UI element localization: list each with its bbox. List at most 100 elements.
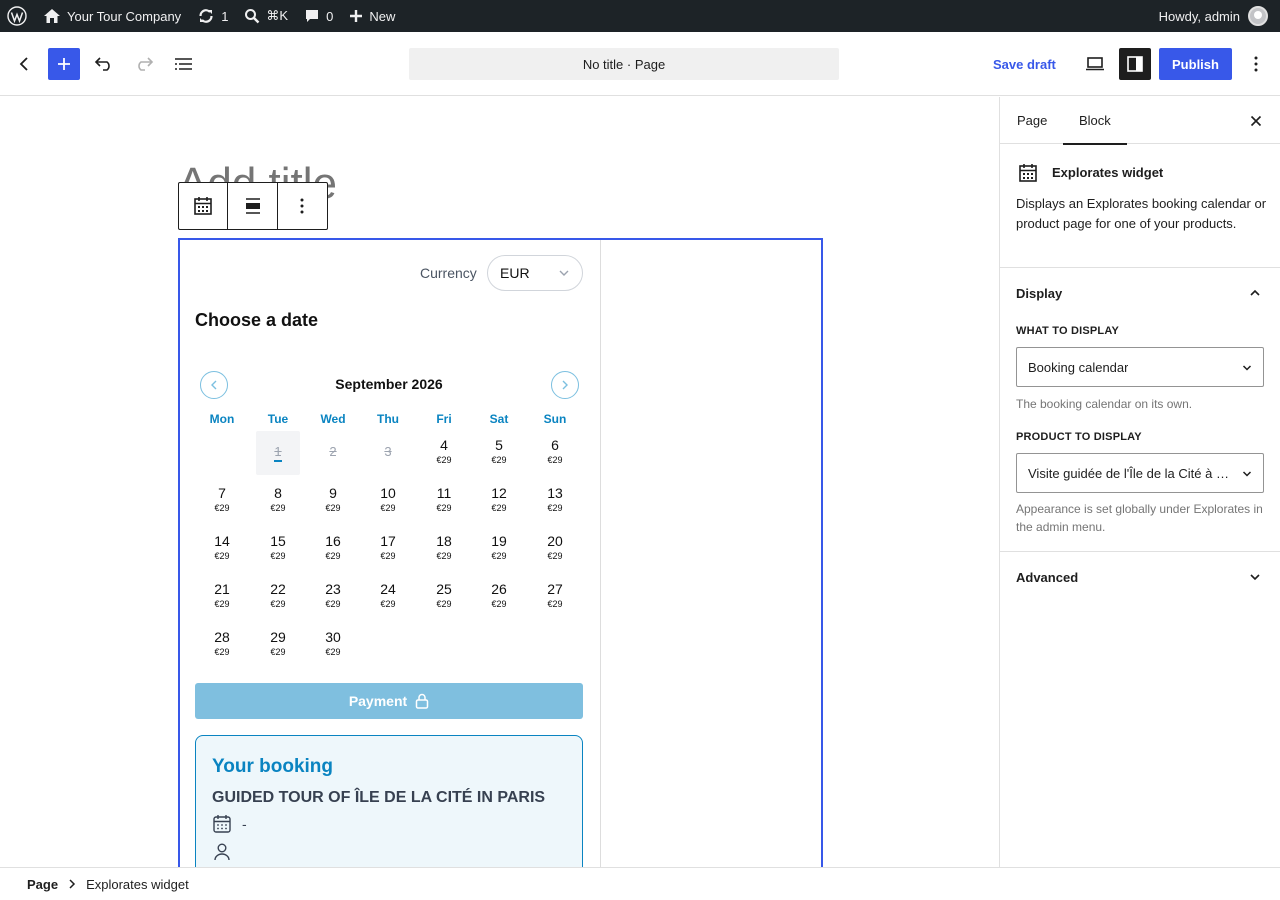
calendar-day[interactable]: 17 €29 <box>366 527 410 571</box>
product-to-display-help: Appearance is set globally under Explora… <box>1016 502 1263 534</box>
calendar-day[interactable]: 8 €29 <box>256 479 300 523</box>
calendar-day[interactable]: 20 €29 <box>533 527 577 571</box>
day-price: €29 <box>325 551 341 561</box>
payment-button[interactable]: Payment <box>195 683 583 719</box>
calendar-day[interactable]: 22 €29 <box>256 575 300 619</box>
tab-page[interactable]: Page <box>1017 97 1047 144</box>
command-palette-link[interactable]: ⌘K <box>236 0 296 32</box>
day-number: 6 <box>551 437 559 453</box>
currency-label: Currency <box>420 265 477 281</box>
breadcrumb-item[interactable]: Explorates widget <box>86 877 189 892</box>
block-inserter-button[interactable] <box>48 48 80 80</box>
plus-icon <box>350 10 363 22</box>
greeting: Howdy, admin <box>1158 8 1240 24</box>
calendar-day[interactable]: 25 €29 <box>422 575 466 619</box>
block-type-button[interactable] <box>179 183 229 229</box>
redo-button[interactable] <box>128 48 160 80</box>
what-to-display-select[interactable]: Booking calendar <box>1016 347 1264 387</box>
document-overview-button[interactable] <box>168 48 200 80</box>
user-icon <box>214 843 230 861</box>
admin-bar: Your Tour Company 1 ⌘K 0 New Howdy, admi… <box>0 0 1280 32</box>
save-draft-button[interactable]: Save draft <box>984 48 1065 80</box>
calendar-day[interactable]: 30 €29 <box>311 623 355 667</box>
calendar-day[interactable]: 5 €29 <box>477 431 521 475</box>
weekday-header: Mon <box>209 412 235 426</box>
booking-widget: Currency EUR Choose a date September 202… <box>180 240 601 867</box>
day-price: €29 <box>547 455 563 465</box>
calendar-icon <box>194 197 212 215</box>
calendar-day[interactable]: 12 €29 <box>477 479 521 523</box>
calendar-day[interactable]: 26 €29 <box>477 575 521 619</box>
calendar-day[interactable]: 10 €29 <box>366 479 410 523</box>
calendar-day[interactable]: 11 €29 <box>422 479 466 523</box>
calendar-day[interactable]: 27 €29 <box>533 575 577 619</box>
account-menu[interactable]: Howdy, admin <box>1159 6 1280 26</box>
product-to-display-select[interactable]: Visite guidée de l'Île de la Cité à Pari… <box>1016 453 1264 493</box>
day-number: 9 <box>329 485 337 501</box>
block-toolbar <box>178 182 328 230</box>
back-button[interactable] <box>10 48 38 80</box>
day-number: 2 <box>329 444 337 459</box>
options-button[interactable] <box>1242 48 1270 80</box>
day-price: €29 <box>270 503 286 513</box>
site-name-link[interactable]: Your Tour Company <box>35 0 189 32</box>
day-number: 22 <box>270 581 286 597</box>
what-to-display-value: Booking calendar <box>1028 359 1129 375</box>
day-number: 19 <box>491 533 507 549</box>
undo-button[interactable] <box>88 48 120 80</box>
comments-link[interactable]: 0 <box>296 0 341 32</box>
calendar-day[interactable]: 21 €29 <box>200 575 244 619</box>
calendar-day[interactable]: 24 €29 <box>366 575 410 619</box>
editor-canvas: Add title Currency EUR Choose a date Sep… <box>0 97 999 867</box>
booking-date-row: - <box>212 814 247 834</box>
day-price: €29 <box>380 551 396 561</box>
sidebar-icon <box>1127 56 1143 72</box>
calendar-day: 3 <box>366 431 410 475</box>
calendar-day[interactable]: 16 €29 <box>311 527 355 571</box>
document-title-bar[interactable]: No title · Page <box>409 48 839 80</box>
preview-button[interactable] <box>1079 48 1111 80</box>
calendar-day[interactable]: 18 €29 <box>422 527 466 571</box>
product-to-display-label: Product to display <box>1016 431 1142 443</box>
calendar-day[interactable]: 13 €29 <box>533 479 577 523</box>
day-number: 14 <box>214 533 230 549</box>
advanced-panel-toggle[interactable]: Advanced <box>1000 552 1280 602</box>
calendar-day[interactable]: 4 €29 <box>422 431 466 475</box>
wordpress-logo-icon[interactable] <box>0 0 35 32</box>
list-view-icon <box>175 58 192 70</box>
calendar-day[interactable]: 29 €29 <box>256 623 300 667</box>
day-number: 25 <box>436 581 452 597</box>
day-number: 13 <box>547 485 563 501</box>
currency-select[interactable]: EUR <box>487 255 583 291</box>
settings-sidebar-toggle[interactable] <box>1119 48 1151 80</box>
weekday-header: Sat <box>489 412 509 426</box>
align-icon <box>245 198 260 214</box>
day-number: 15 <box>270 533 286 549</box>
calendar-day[interactable]: 23 €29 <box>311 575 355 619</box>
updates-link[interactable]: 1 <box>189 0 236 32</box>
tab-block-label: Block <box>1079 113 1111 128</box>
calendar-day[interactable]: 14 €29 <box>200 527 244 571</box>
day-number: 27 <box>547 581 563 597</box>
calendar-day[interactable]: 19 €29 <box>477 527 521 571</box>
day-number: 26 <box>491 581 507 597</box>
calendar-day[interactable]: 15 €29 <box>256 527 300 571</box>
choose-date-heading: Choose a date <box>195 310 319 330</box>
calendar-day[interactable]: 6 €29 <box>533 431 577 475</box>
new-content-link[interactable]: New <box>341 0 403 32</box>
breadcrumb-root[interactable]: Page <box>27 877 58 892</box>
publish-button[interactable]: Publish <box>1159 48 1232 80</box>
day-number: 4 <box>440 437 448 453</box>
align-button[interactable] <box>228 183 278 229</box>
document-title: No title · Page <box>582 56 666 72</box>
updates-count: 1 <box>221 8 229 24</box>
calendar-day[interactable]: 7 €29 <box>200 479 244 523</box>
block-options-button[interactable] <box>278 183 327 229</box>
close-sidebar-button[interactable] <box>1244 109 1268 133</box>
calendar-day[interactable]: 9 €29 <box>311 479 355 523</box>
tab-block[interactable]: Block <box>1063 97 1127 145</box>
explorates-widget-block[interactable]: Currency EUR Choose a date September 202… <box>178 238 823 867</box>
display-panel-toggle[interactable]: Display <box>1000 268 1280 318</box>
next-month-button[interactable] <box>551 371 579 399</box>
calendar-day[interactable]: 28 €29 <box>200 623 244 667</box>
